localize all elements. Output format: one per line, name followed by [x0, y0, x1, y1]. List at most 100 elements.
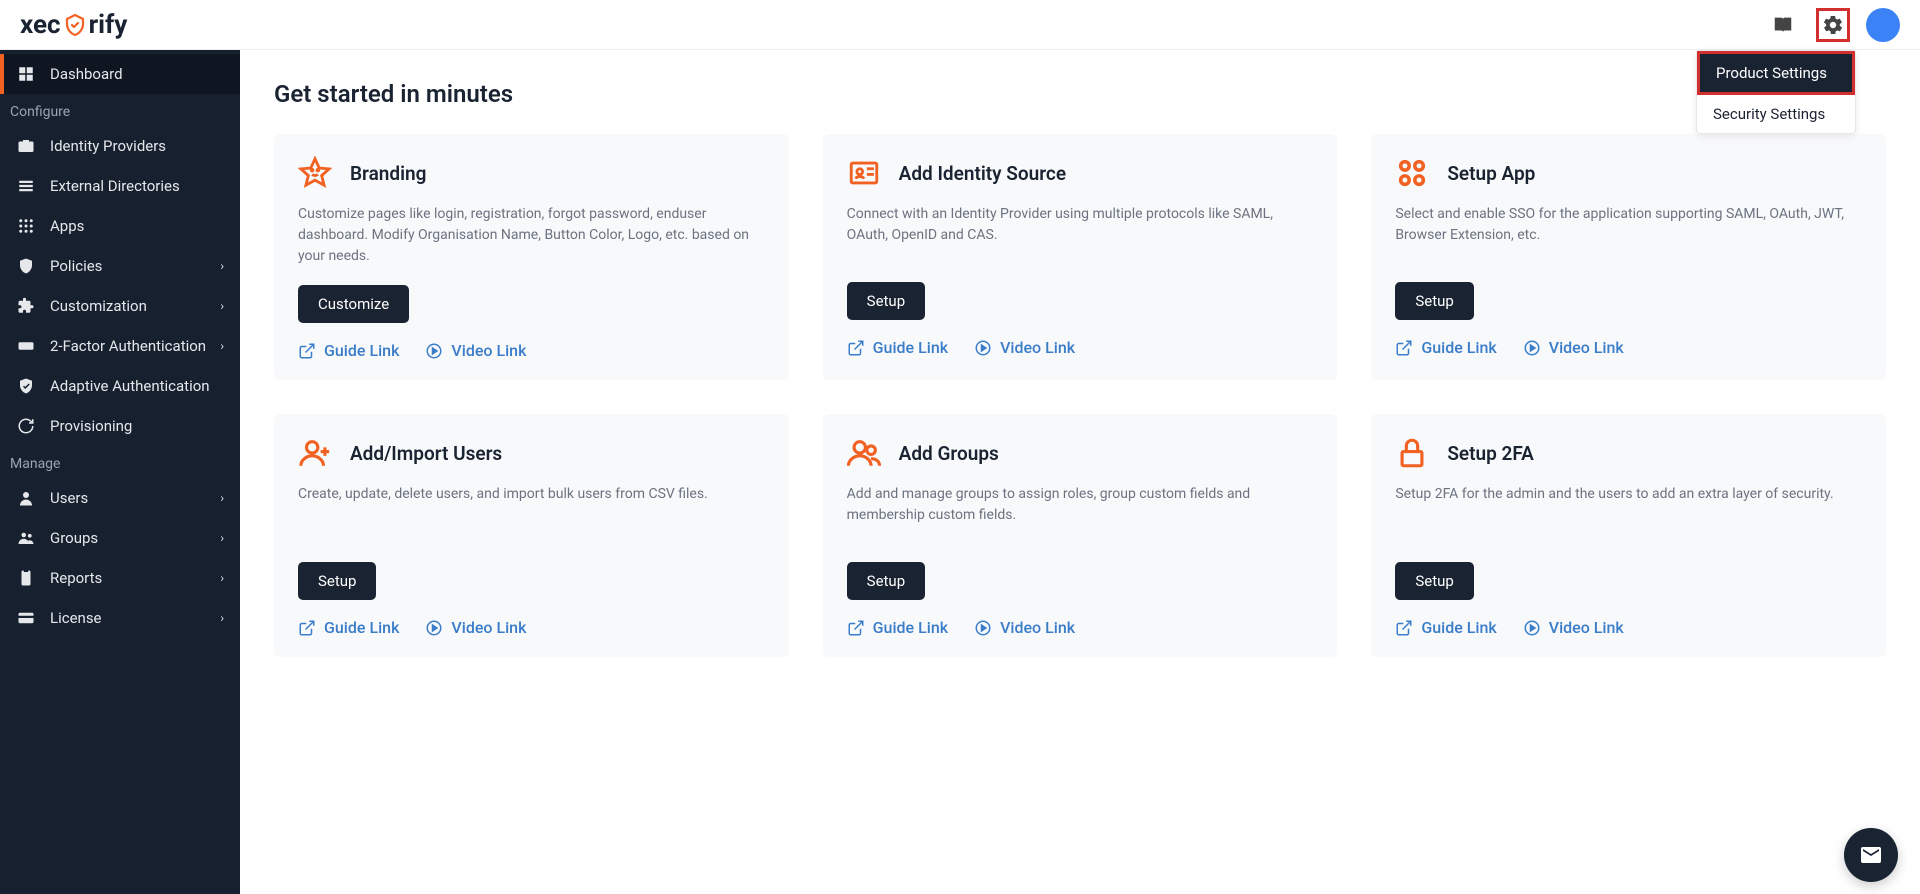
nav-adaptive[interactable]: Adaptive Authentication [0, 366, 240, 406]
nav-label: Customization [50, 297, 147, 315]
id-icon [847, 156, 881, 190]
settings-dropdown: Product Settings Security Settings [1696, 50, 1856, 134]
setup-button[interactable]: Setup [847, 562, 925, 600]
apps-grid-icon [1395, 156, 1429, 190]
guide-link[interactable]: Guide Link [1395, 338, 1496, 357]
nav-policies[interactable]: Policies › [0, 246, 240, 286]
cards-grid: Branding Customize pages like login, reg… [274, 134, 1886, 657]
menu-security-settings[interactable]: Security Settings [1697, 95, 1855, 133]
clipboard-icon [16, 568, 36, 588]
card-desc: Customize pages like login, registration… [298, 204, 765, 267]
nav-external-directories[interactable]: External Directories [0, 166, 240, 206]
video-link[interactable]: Video Link [425, 618, 526, 637]
card-title: Branding [350, 162, 426, 185]
card-users: Add/Import Users Create, update, delete … [274, 414, 789, 657]
guide-link[interactable]: Guide Link [847, 618, 948, 637]
nav-identity-providers[interactable]: Identity Providers [0, 126, 240, 166]
guide-link[interactable]: Guide Link [847, 338, 948, 357]
menu-product-settings[interactable]: Product Settings [1700, 54, 1852, 92]
star-icon [298, 156, 332, 190]
chevron-right-icon: › [220, 339, 224, 353]
main-content: Get started in minutes Branding Customiz… [240, 50, 1920, 894]
nav-users[interactable]: Users › [0, 478, 240, 518]
nav-label: Identity Providers [50, 137, 166, 155]
chevron-right-icon: › [220, 531, 224, 545]
card-2fa: Setup 2FA Setup 2FA for the admin and th… [1371, 414, 1886, 657]
nav-label: Dashboard [50, 65, 123, 83]
mail-icon [1859, 843, 1883, 867]
card-desc: Create, update, delete users, and import… [298, 484, 765, 544]
chevron-right-icon: › [220, 299, 224, 313]
topbar: xec rify Product Settings Security Setti… [0, 0, 1920, 50]
chevron-right-icon: › [220, 491, 224, 505]
video-link[interactable]: Video Link [974, 618, 1075, 637]
logo: xec rify [20, 10, 127, 40]
setup-button[interactable]: Setup [1395, 282, 1473, 320]
page-title: Get started in minutes [274, 80, 1886, 108]
avatar[interactable] [1866, 8, 1900, 42]
apps-icon [16, 216, 36, 236]
card-branding: Branding Customize pages like login, reg… [274, 134, 789, 380]
puzzle-icon [16, 296, 36, 316]
card-desc: Add and manage groups to assign roles, g… [847, 484, 1314, 544]
card-desc: Connect with an Identity Provider using … [847, 204, 1314, 264]
shield-icon [16, 256, 36, 276]
setup-button[interactable]: Setup [1395, 562, 1473, 600]
nav-dashboard[interactable]: Dashboard [0, 54, 240, 94]
sidebar: Dashboard Configure Identity Providers E… [0, 50, 240, 894]
video-link[interactable]: Video Link [1523, 338, 1624, 357]
guide-link[interactable]: Guide Link [298, 618, 399, 637]
dashboard-icon [16, 64, 36, 84]
card-identity: Add Identity Source Connect with an Iden… [823, 134, 1338, 380]
nav-license[interactable]: License › [0, 598, 240, 638]
users-icon [847, 436, 881, 470]
nav-reports[interactable]: Reports › [0, 558, 240, 598]
group-icon [16, 528, 36, 548]
nav-2fa[interactable]: 2-Factor Authentication › [0, 326, 240, 366]
section-manage: Manage [0, 446, 240, 478]
nav-customization[interactable]: Customization › [0, 286, 240, 326]
nav-provisioning[interactable]: Provisioning [0, 406, 240, 446]
topbar-right: Product Settings Security Settings [1766, 8, 1900, 42]
chat-fab[interactable] [1844, 828, 1898, 882]
shield-icon [63, 13, 87, 37]
list-icon [16, 176, 36, 196]
lock-icon [1395, 436, 1429, 470]
chevron-right-icon: › [220, 571, 224, 585]
logo-pre: xec [20, 10, 61, 40]
setup-button[interactable]: Setup [847, 282, 925, 320]
settings-menu-wrap: Product Settings Security Settings [1816, 8, 1850, 42]
customize-button[interactable]: Customize [298, 285, 409, 323]
nav-label: Apps [50, 217, 84, 235]
card-icon [16, 608, 36, 628]
nav-apps[interactable]: Apps [0, 206, 240, 246]
setup-button[interactable]: Setup [298, 562, 376, 600]
video-link[interactable]: Video Link [425, 341, 526, 360]
sync-icon [16, 416, 36, 436]
chevron-right-icon: › [220, 611, 224, 625]
card-title: Add/Import Users [350, 442, 502, 465]
nav-groups[interactable]: Groups › [0, 518, 240, 558]
video-link[interactable]: Video Link [974, 338, 1075, 357]
card-desc: Select and enable SSO for the applicatio… [1395, 204, 1862, 264]
nav-label: Reports [50, 569, 102, 587]
shield-check-icon [16, 376, 36, 396]
video-link[interactable]: Video Link [1523, 618, 1624, 637]
gear-icon[interactable] [1816, 8, 1850, 42]
nav-label: Users [50, 489, 88, 507]
card-title: Add Identity Source [899, 162, 1066, 185]
guide-link[interactable]: Guide Link [1395, 618, 1496, 637]
nav-label: External Directories [50, 177, 180, 195]
chevron-right-icon: › [220, 259, 224, 273]
card-groups: Add Groups Add and manage groups to assi… [823, 414, 1338, 657]
nav-label: 2-Factor Authentication [50, 337, 206, 355]
card-title: Setup 2FA [1447, 442, 1534, 465]
card-title: Setup App [1447, 162, 1535, 185]
card-title: Add Groups [899, 442, 999, 465]
section-configure: Configure [0, 94, 240, 126]
user-icon [16, 488, 36, 508]
card-setup-app: Setup App Select and enable SSO for the … [1371, 134, 1886, 380]
book-icon[interactable] [1766, 8, 1800, 42]
nav-label: Policies [50, 257, 102, 275]
guide-link[interactable]: Guide Link [298, 341, 399, 360]
